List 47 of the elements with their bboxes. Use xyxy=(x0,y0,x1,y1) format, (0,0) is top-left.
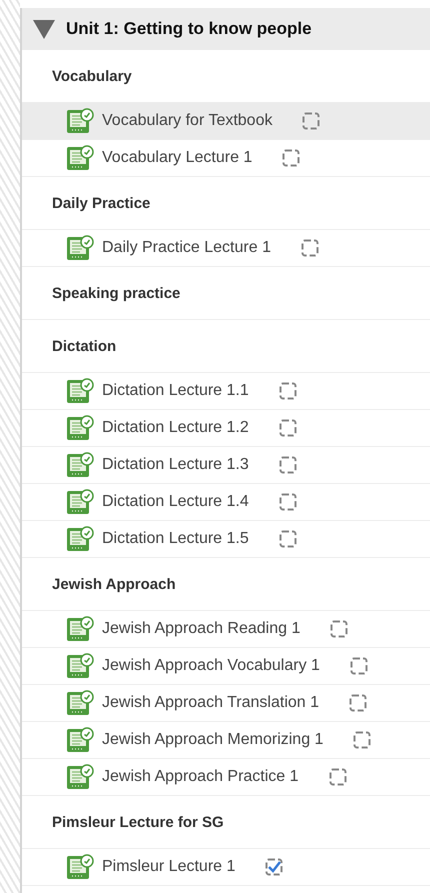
tablet-check-icon xyxy=(66,415,94,441)
checkbox[interactable] xyxy=(278,456,297,474)
caret-icon[interactable] xyxy=(32,18,56,40)
checkbox[interactable] xyxy=(328,768,347,786)
tablet-check-icon xyxy=(66,764,94,790)
lesson-title: Dictation Lecture 1.1 xyxy=(102,382,249,400)
tablet-check-icon xyxy=(66,616,94,642)
lesson-title: Pimsleur Lecture 1 xyxy=(102,858,236,876)
lesson-title: Jewish Approach Translation 1 xyxy=(102,694,320,712)
lesson-title: Daily Practice Lecture 1 xyxy=(102,239,271,257)
tablet-check-icon xyxy=(66,854,94,880)
tablet-check-icon xyxy=(66,727,94,753)
tablet-check-icon xyxy=(66,378,94,404)
checkbox[interactable] xyxy=(302,112,320,130)
checkbox[interactable] xyxy=(282,149,300,167)
tablet-check-icon xyxy=(66,235,94,261)
lesson-title: Jewish Approach Practice 1 xyxy=(102,768,299,786)
tablet-check-icon xyxy=(66,108,94,134)
lesson-title: Dictation Lecture 1.2 xyxy=(102,419,249,437)
tablet-check-icon xyxy=(66,452,94,478)
checkbox[interactable] xyxy=(278,382,297,400)
tablet-check-icon xyxy=(66,489,94,515)
checkbox[interactable] xyxy=(278,530,297,548)
tablet-check-icon xyxy=(66,526,94,552)
lesson-title: Vocabulary Lecture 1 xyxy=(102,149,252,167)
tablet-check-icon xyxy=(66,145,94,171)
checkbox[interactable] xyxy=(278,493,297,511)
checkbox[interactable] xyxy=(278,419,297,437)
lesson-title: Jewish Approach Reading 1 xyxy=(102,620,300,638)
section-heading: Speaking practice xyxy=(22,267,430,320)
lesson-title: Dictation Lecture 1.5 xyxy=(102,530,249,548)
checkbox[interactable] xyxy=(350,657,368,675)
tablet-check-icon xyxy=(66,690,94,716)
lesson-title: Vocabulary for Textbook xyxy=(102,112,272,130)
lesson-title: Jewish Approach Vocabulary 1 xyxy=(102,657,320,675)
checkbox[interactable] xyxy=(330,620,348,638)
lesson-item[interactable]: Vocabulary for Textbook xyxy=(22,103,430,140)
lesson-title: Dictation Lecture 1.3 xyxy=(102,456,249,474)
tablet-check-icon xyxy=(66,653,94,679)
checkbox[interactable] xyxy=(300,239,319,257)
checkbox[interactable] xyxy=(353,731,372,749)
checkbox[interactable] xyxy=(349,694,368,712)
unit-title: Unit 1: Getting to know people xyxy=(66,19,312,39)
unit-header[interactable]: Unit 1: Getting to know people xyxy=(22,8,430,50)
lesson-title: Dictation Lecture 1.4 xyxy=(102,493,249,511)
lesson-title: Jewish Approach Memorizing 1 xyxy=(102,731,324,749)
checkbox[interactable] xyxy=(265,858,284,876)
